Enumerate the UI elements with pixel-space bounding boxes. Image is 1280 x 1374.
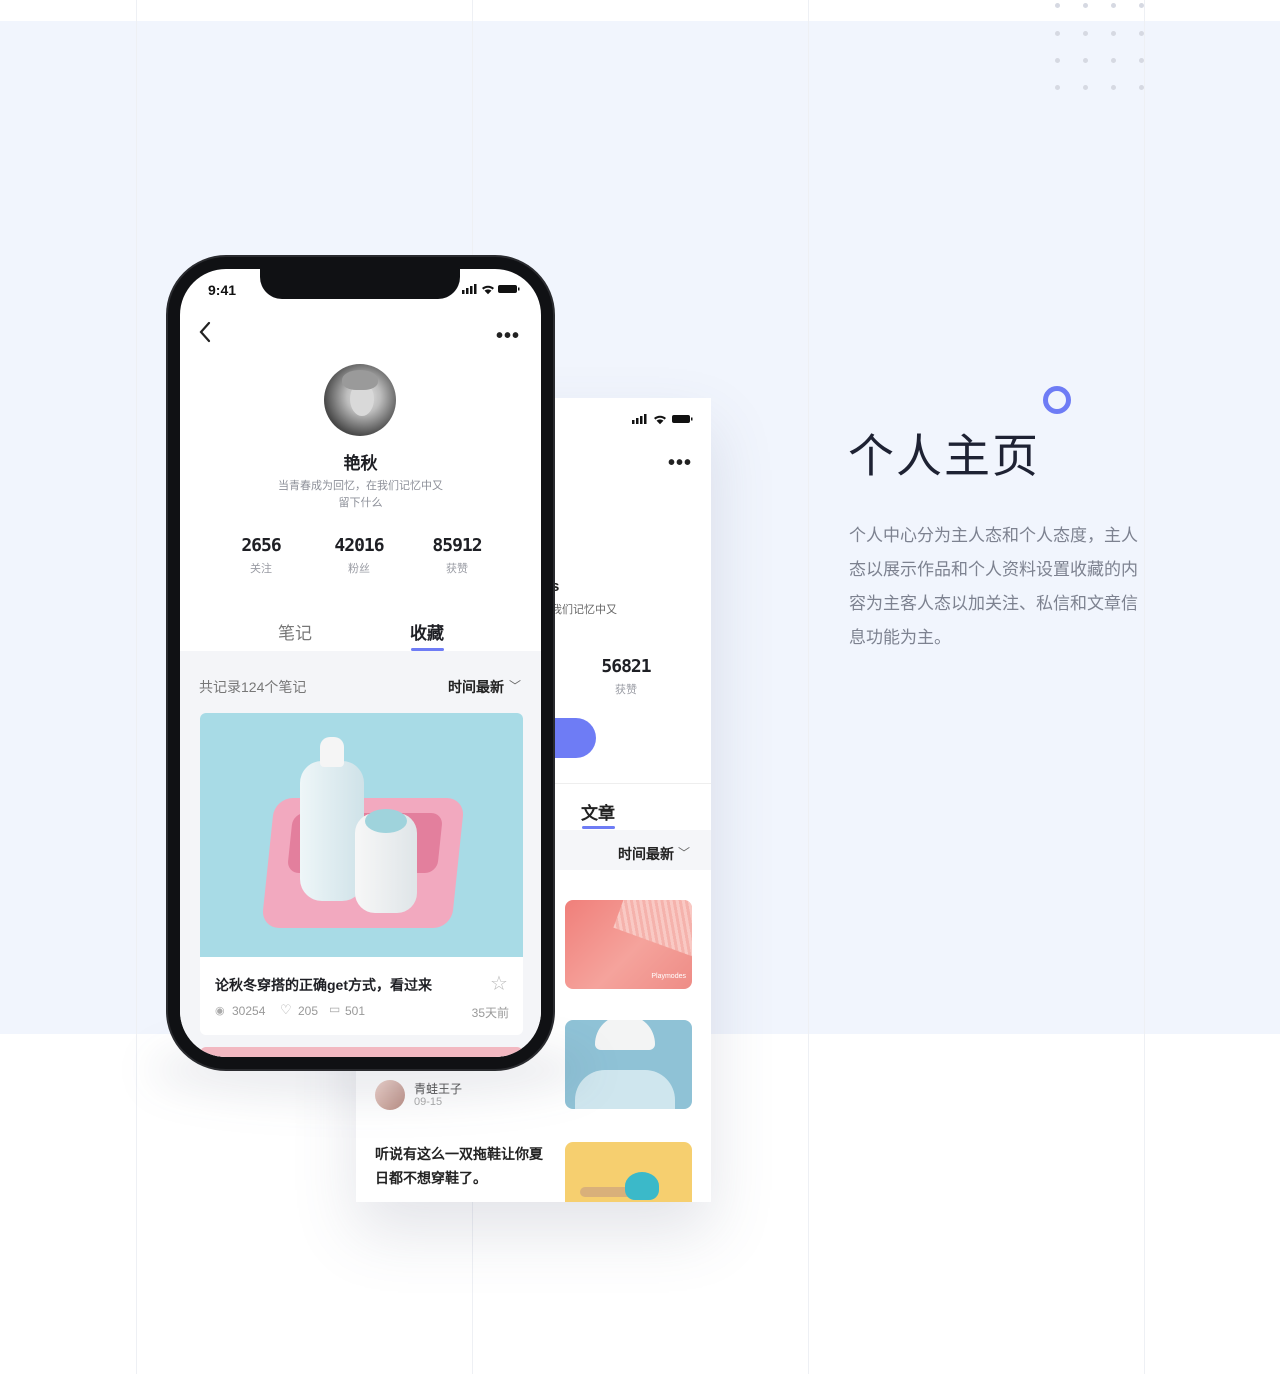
heart-icon[interactable]: ♡ xyxy=(280,1002,292,1018)
phone-screen: 9:41 ••• 艳秋 当青春成为回忆，在我们记忆中又 留下什么 2656 关注… xyxy=(180,269,541,1057)
section-title: 个人主页 xyxy=(848,430,1040,482)
comment-icon[interactable]: ▭ xyxy=(329,1002,340,1016)
tab-indicator xyxy=(582,826,615,829)
sort-label[interactable]: 时间最新 xyxy=(618,844,674,864)
note-time: 35天前 xyxy=(471,1006,509,1020)
stat-likes-value[interactable]: 85912 xyxy=(422,535,492,556)
article-thumbnail[interactable] xyxy=(565,1142,692,1202)
avatar[interactable] xyxy=(324,364,396,436)
grid-line xyxy=(808,0,809,1374)
ring-decoration xyxy=(1043,386,1071,414)
sort-label[interactable]: 时间最新 xyxy=(448,677,504,697)
more-button[interactable]: ••• xyxy=(668,452,692,475)
star-icon[interactable]: ☆ xyxy=(490,971,508,996)
grid-line xyxy=(1144,0,1145,1374)
article-thumbnail[interactable]: Playmodes xyxy=(565,900,692,989)
profile-name: 艳秋 xyxy=(343,454,378,473)
profile-bio-line1: 当青春成为回忆，在我们记忆中又 xyxy=(278,480,443,492)
next-card-peek xyxy=(200,1047,523,1057)
record-count: 共记录124个笔记 xyxy=(199,679,307,695)
stat-followers-label: 粉丝 xyxy=(348,563,370,575)
stat-followers-value[interactable]: 42016 xyxy=(324,535,394,556)
stat-likes-label: 获赞 xyxy=(615,684,637,696)
status-time: 9:41 xyxy=(208,282,237,298)
eye-icon: ◉ xyxy=(215,1005,225,1017)
section-description: 个人中心分为主人态和个人态度，主人态以展示作品和个人资料设置收藏的内容为主客人态… xyxy=(849,526,1138,647)
profile-bio-line2: 留下什么 xyxy=(338,497,383,509)
dot-grid-decoration xyxy=(1052,0,1152,95)
view-count: 30254 xyxy=(232,1004,266,1018)
like-count: 205 xyxy=(298,1004,319,1018)
article-title-line2[interactable]: 日都不想穿鞋了。 xyxy=(375,1168,487,1188)
more-button[interactable]: ••• xyxy=(496,325,520,348)
back-chevron-icon[interactable] xyxy=(198,321,212,348)
divider xyxy=(552,783,711,784)
profile-bio-fragment: 我们记忆中又 xyxy=(551,604,617,616)
tab-notes[interactable]: 笔记 xyxy=(270,619,320,644)
notch xyxy=(260,269,460,299)
tab-favorites[interactable]: 收藏 xyxy=(402,619,452,644)
stat-likes-value: 56821 xyxy=(601,656,651,677)
note-image xyxy=(200,713,523,957)
note-card[interactable]: 论秋冬穿搭的正确get方式，看过来 ☆ ◉ 30254 ♡ 205 ▭ 501 … xyxy=(200,713,523,1035)
stat-following-value[interactable]: 2656 xyxy=(231,535,291,556)
status-icons xyxy=(462,282,524,301)
grid-line xyxy=(136,0,137,1374)
follow-button[interactable] xyxy=(552,718,596,758)
comment-count: 501 xyxy=(345,1004,366,1018)
tab-articles[interactable]: 文章 xyxy=(578,799,618,824)
article-title-line1[interactable]: 听说有这么一双拖鞋让你夏 xyxy=(375,1144,543,1164)
stat-following-label: 关注 xyxy=(250,563,272,575)
phone-frame: 9:41 ••• 艳秋 当青春成为回忆，在我们记忆中又 留下什么 2656 关注… xyxy=(168,257,553,1069)
note-title: 论秋冬穿搭的正确get方式，看过来 xyxy=(215,977,432,993)
status-icons xyxy=(632,412,694,431)
chevron-down-icon[interactable]: ﹀ xyxy=(678,844,690,861)
stat-likes-label: 获赞 xyxy=(446,563,468,575)
chevron-down-icon[interactable]: ﹀ xyxy=(509,677,521,694)
